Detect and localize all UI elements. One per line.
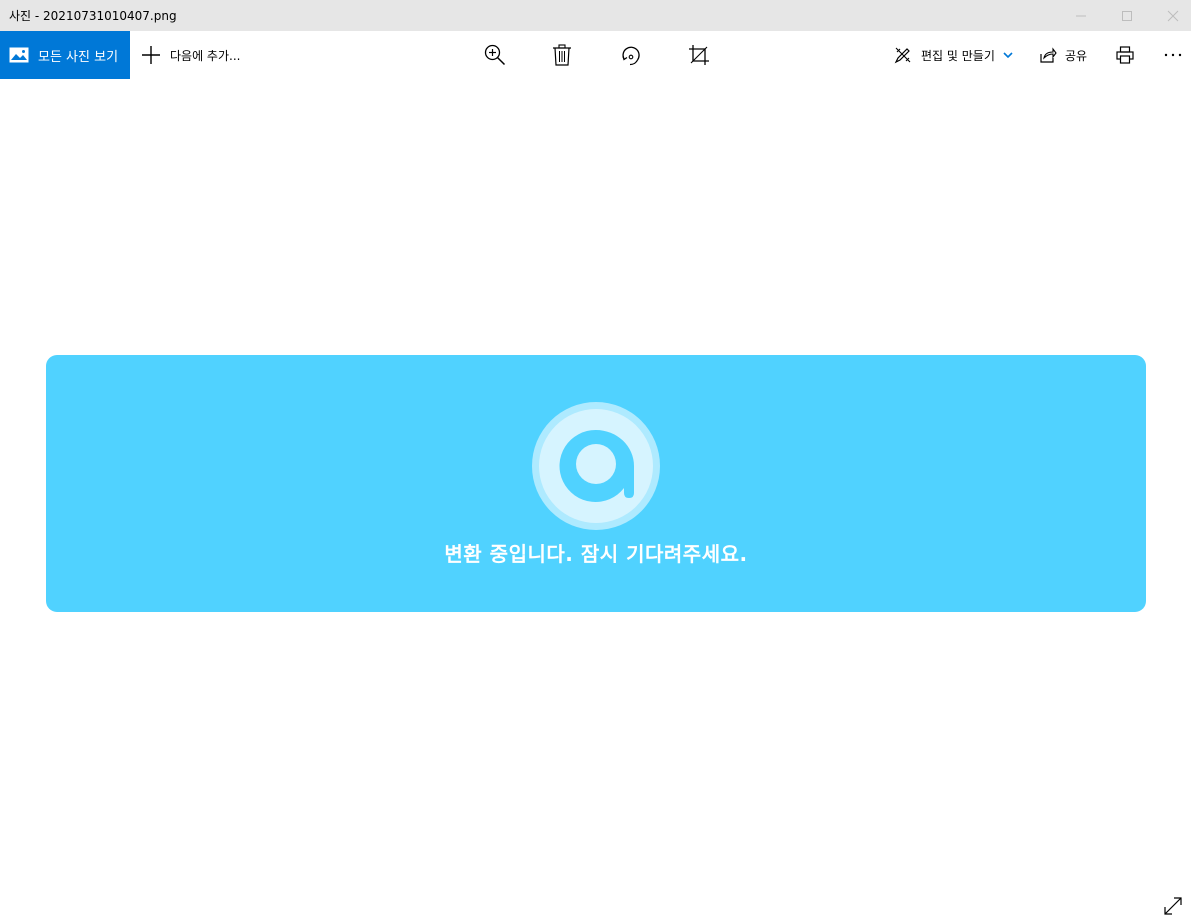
minimize-icon <box>1076 15 1086 16</box>
maximize-icon <box>1122 10 1132 21</box>
rotate-button[interactable] <box>611 31 651 79</box>
rotate-icon <box>622 46 640 66</box>
close-button[interactable] <box>1150 0 1191 31</box>
plus-icon <box>142 46 160 64</box>
fullscreen-button[interactable] <box>1162 895 1184 917</box>
more-button[interactable] <box>1158 31 1188 79</box>
delete-button[interactable] <box>542 31 582 79</box>
app-logo-icon <box>532 402 660 530</box>
close-icon <box>1167 10 1179 21</box>
all-photos-label: 모든 사진 보기 <box>38 49 119 65</box>
conversion-message: 변환 중입니다. 잠시 기다려주세요. <box>444 542 748 566</box>
trash-icon <box>553 44 571 66</box>
minimize-button[interactable] <box>1058 0 1104 31</box>
image-banner: 변환 중입니다. 잠시 기다려주세요. <box>46 355 1146 612</box>
image-viewer[interactable]: 변환 중입니다. 잠시 기다려주세요. <box>0 79 1191 924</box>
print-button[interactable] <box>1110 31 1140 79</box>
toolbar: 모든 사진 보기 다음에 추가... 편집 및 만들기 공유 <box>0 31 1191 79</box>
share-button[interactable]: 공유 <box>1040 31 1087 79</box>
photo-icon <box>9 47 29 63</box>
edit-create-icon <box>894 47 911 64</box>
crop-icon <box>689 45 709 65</box>
crop-button[interactable] <box>679 31 719 79</box>
share-label: 공유 <box>1065 48 1088 63</box>
edit-create-button[interactable]: 편집 및 만들기 <box>894 31 1013 79</box>
share-icon <box>1040 47 1057 63</box>
zoom-in-icon <box>484 44 506 66</box>
print-icon <box>1116 46 1134 64</box>
maximize-button[interactable] <box>1104 0 1150 31</box>
chevron-down-icon <box>1003 52 1013 58</box>
add-to-label: 다음에 추가... <box>170 48 241 63</box>
add-to-button[interactable]: 다음에 추가... <box>141 31 240 79</box>
all-photos-button[interactable]: 모든 사진 보기 <box>0 31 130 79</box>
title-bar: 사진 - 20210731010407.png <box>0 0 1191 31</box>
zoom-button[interactable] <box>475 31 515 79</box>
fullscreen-icon <box>1164 897 1182 915</box>
edit-create-label: 편집 및 만들기 <box>921 48 995 63</box>
window-title: 사진 - 20210731010407.png <box>9 9 177 23</box>
more-icon <box>1164 53 1182 57</box>
